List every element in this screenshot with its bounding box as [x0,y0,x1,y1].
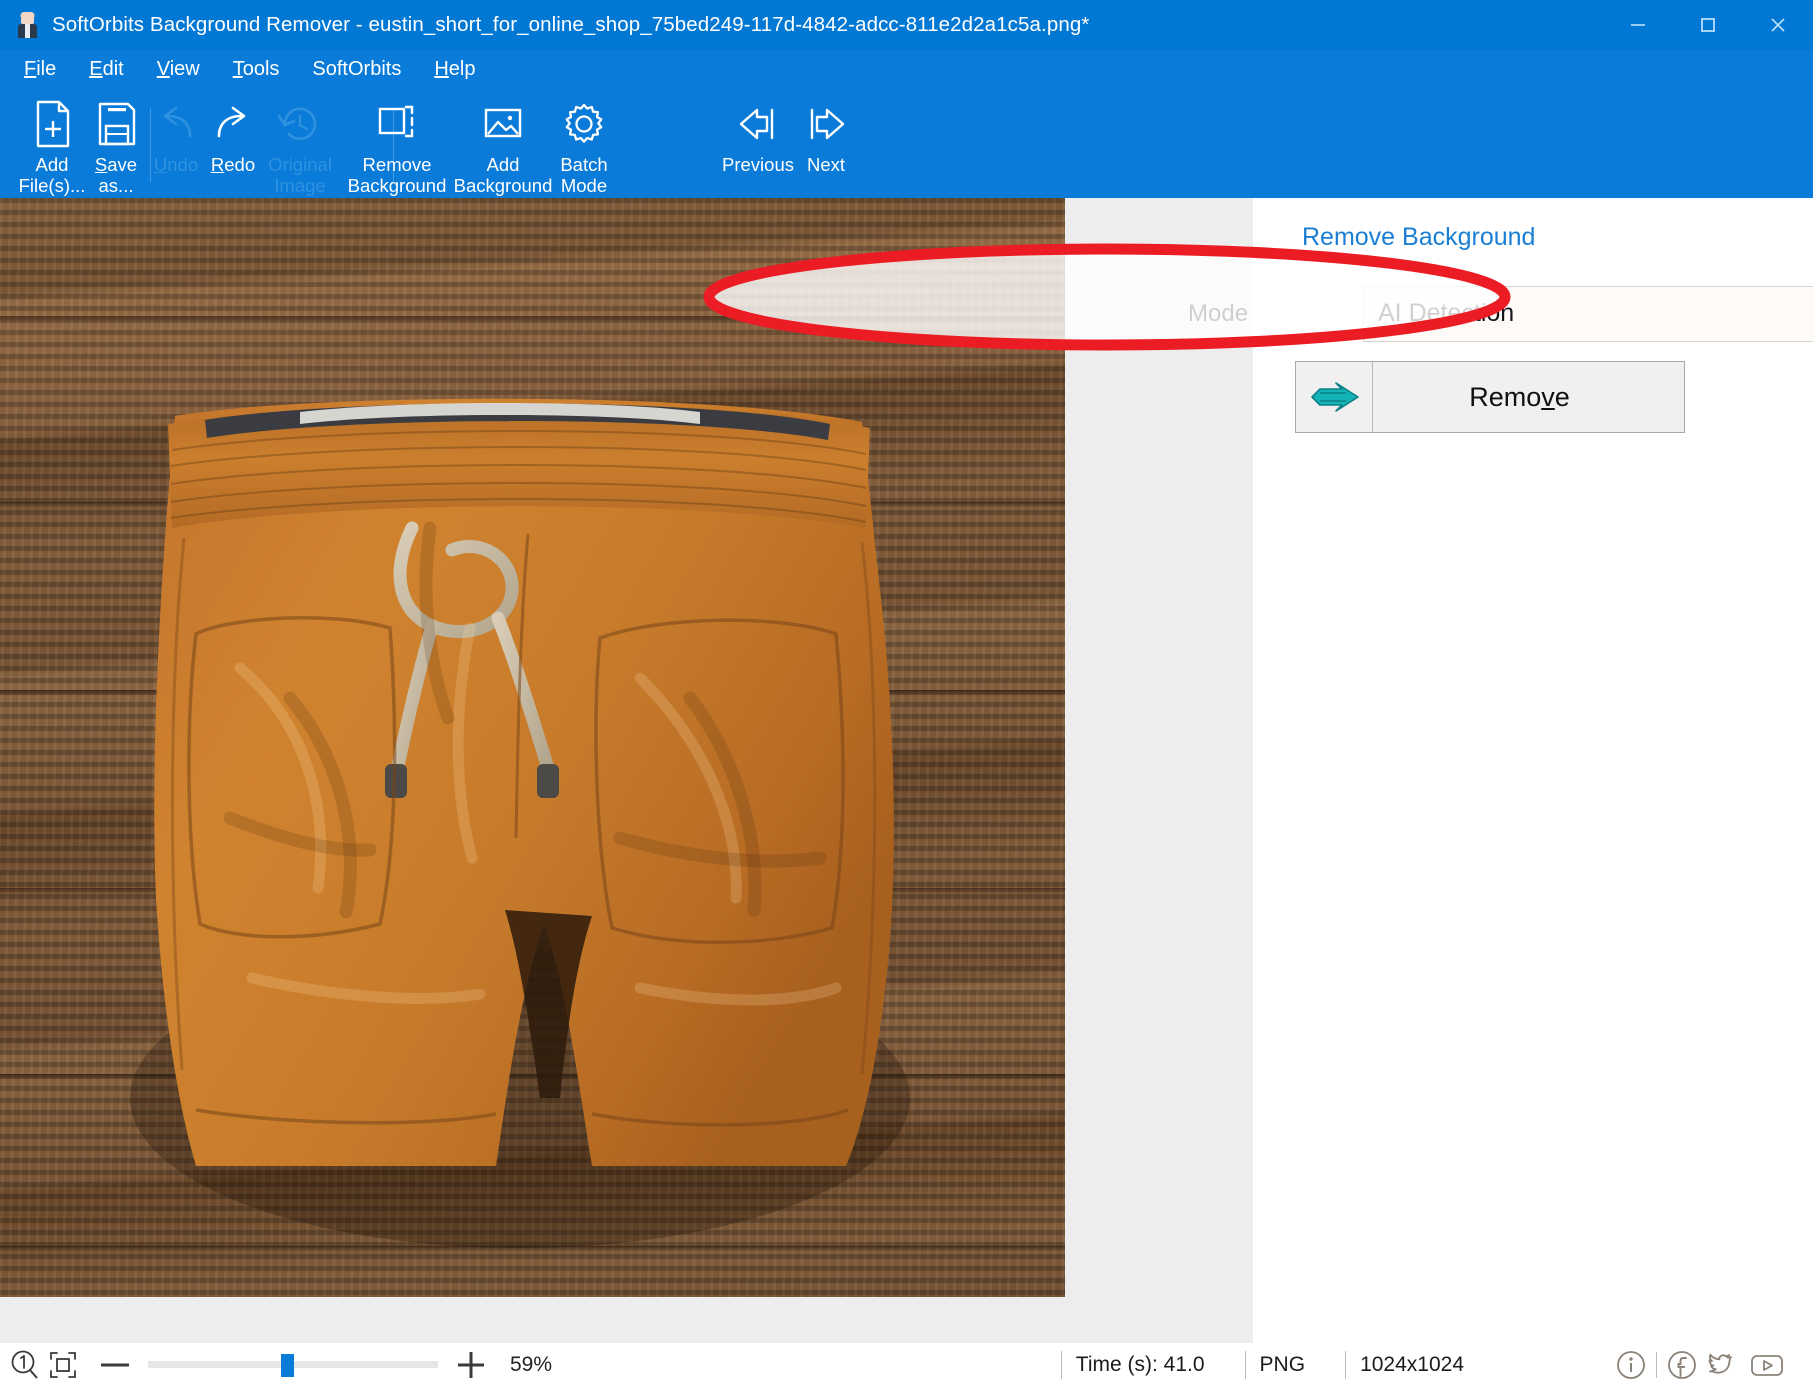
menu-item-tools[interactable]: Tools [233,58,280,81]
status-bar: 59% Time (s): 41.0 PNG 1024x1024 [0,1343,1813,1386]
menu-item-file[interactable]: File [24,58,56,81]
facebook-icon[interactable] [1665,1348,1699,1382]
toolbar-remove-background[interactable]: RemoveBackground [345,98,449,196]
right-panel: Remove Background Mode AI Detection Remo… [1253,198,1813,1343]
application-window: SoftOrbits Background Remover - eustin_s… [0,0,1813,1386]
menu-item-help[interactable]: Help [434,58,475,81]
close-icon[interactable] [1743,0,1813,50]
window-controls [1603,0,1813,50]
gear-icon [532,98,636,150]
fit-screen-icon[interactable] [46,1348,80,1382]
dimensions-field: 1024x1024 [1345,1351,1464,1379]
minimize-icon[interactable] [1603,0,1673,50]
history-clock-icon [248,98,352,150]
time-field: Time (s): 41.0 [1061,1351,1205,1379]
menu-item-softorbits[interactable]: SoftOrbits [312,58,401,81]
menu-item-view[interactable]: View [157,58,200,81]
plus-icon[interactable] [454,1348,488,1382]
teal-right-arrow-icon [1296,380,1372,414]
menu-bar: File Edit View Tools SoftOrbits Help [0,50,1813,88]
zoom-slider[interactable] [148,1353,438,1377]
crop-dashed-icon [345,98,449,150]
minus-icon[interactable] [98,1354,132,1376]
social-links [1614,1348,1787,1382]
info-icon[interactable] [1614,1348,1648,1382]
mode-combobox[interactable]: AI Detection [1363,286,1813,342]
remove-button-label: Remove [1373,382,1684,413]
panel-title: Remove Background [1302,223,1535,252]
mode-combobox-value: AI Detection [1378,299,1514,328]
window-title: SoftOrbits Background Remover - eustin_s… [52,13,1089,37]
toolbar: AddFile(s)... Saveas... Undo [0,88,1813,198]
image-canvas[interactable] [0,198,1253,1343]
zoom-percent-label: 59% [510,1353,552,1377]
toolbar-original-image: OriginalImage [248,98,352,196]
shorts-photo-subject [0,198,1065,1297]
title-bar: SoftOrbits Background Remover - eustin_s… [0,0,1813,50]
twitter-icon[interactable] [1705,1348,1741,1382]
remove-button[interactable]: Remove [1295,361,1685,433]
zoom-slider-thumb[interactable] [281,1354,294,1377]
arrow-right-bar-icon [774,98,878,150]
mode-row: Mode AI Detection [943,286,1813,348]
maximize-icon[interactable] [1673,0,1743,50]
mode-label: Mode [1188,300,1248,328]
toolbar-next[interactable]: Next [774,98,878,175]
youtube-icon[interactable] [1747,1348,1787,1382]
toolbar-batch-mode[interactable]: BatchMode [532,98,636,196]
menu-item-edit[interactable]: Edit [89,58,123,81]
format-field: PNG [1245,1351,1306,1379]
photo-preview [0,198,1065,1297]
person-portrait-icon [16,12,40,38]
magnifier-one-icon[interactable] [8,1348,42,1382]
